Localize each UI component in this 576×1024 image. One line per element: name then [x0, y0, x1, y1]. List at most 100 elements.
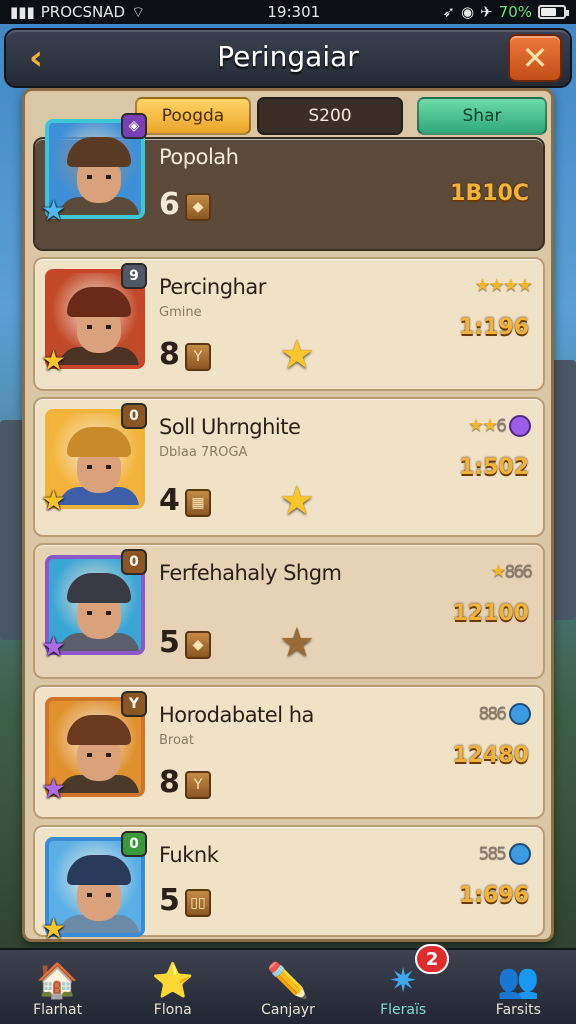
- upgrade-star-icon[interactable]: ★: [279, 335, 315, 375]
- equipment-slot-icon[interactable]: ◆: [185, 631, 211, 659]
- nav-item-star[interactable]: ⭐ Flona: [119, 954, 227, 1024]
- hero-level: 4: [159, 483, 180, 518]
- status-bar: ▮▮▮ PROCSNAD ⌔ 19:301 ➶ ◉ ✈ 70%: [0, 0, 576, 24]
- tab-poogda[interactable]: Poogda: [135, 97, 251, 135]
- rarity-star-icon: ★: [41, 484, 67, 517]
- hero-name: Fuknk: [159, 843, 219, 867]
- group-icon: 👥: [497, 961, 540, 1001]
- tab-s200[interactable]: S200: [257, 97, 403, 135]
- hero-level: 6: [159, 187, 180, 222]
- rank-badge-icon: 0: [121, 549, 147, 575]
- hero-level: 5: [159, 625, 180, 660]
- rank-badge-icon: Y: [121, 691, 147, 717]
- hero-eyes: [87, 465, 111, 469]
- hero-row[interactable]: ★ 0 Fuknk 5 ▯▯ 585 1:696: [33, 825, 545, 943]
- hero-name: Soll Uhrnghite: [159, 415, 301, 439]
- sync-icon: ✈: [480, 3, 493, 21]
- battery-percent: 70%: [498, 3, 532, 21]
- nav-item-badge-star[interactable]: ✷ Fleraïs 2: [349, 944, 457, 1024]
- page-title: Peringaiar: [217, 40, 359, 73]
- hero-hat: [67, 287, 131, 317]
- alarm-icon: ◉: [460, 3, 475, 21]
- hero-level: 5: [159, 883, 180, 918]
- hero-power: 1:196: [458, 315, 529, 340]
- rarity-star-icon: ★: [41, 912, 67, 945]
- equipment-slot-icon[interactable]: ▦: [185, 489, 211, 517]
- nav-label: Canjayr: [261, 1002, 315, 1018]
- hero-eyes: [87, 325, 111, 329]
- wifi-icon: ⌔: [131, 2, 146, 21]
- purple-gem-icon: [509, 415, 531, 437]
- hero-row[interactable]: ★ ◈ Popolah 6 ◆ 1B10C: [33, 113, 545, 251]
- equipment-slot-icon[interactable]: ▯▯: [185, 889, 211, 917]
- signal-icon: ▮▮▮: [10, 3, 35, 21]
- hero-star-rating: ★★6: [468, 415, 531, 437]
- rarity-star-icon: ★: [41, 194, 67, 227]
- close-button[interactable]: ✕: [508, 34, 562, 82]
- hero-name: Ferfehahaly Shgm: [159, 561, 342, 585]
- bottom-navigation: 🏠 Flarhat ⭐ Flona ✏️ Canjayr ✷ Fleraïs 2 👥 Farsits: [0, 944, 576, 1024]
- hero-hat: [67, 137, 131, 167]
- equipment-slot-icon[interactable]: ◆: [185, 193, 211, 221]
- hero-eyes: [87, 175, 111, 179]
- hero-row[interactable]: ★ 0 Ferfehahaly Shgm 5 ◆ ★ ★866 12100: [33, 543, 545, 679]
- hero-eyes: [87, 893, 111, 897]
- rarity-star-icon: ★: [41, 772, 67, 805]
- rarity-star-icon: ★: [41, 344, 67, 377]
- rank-badge-icon: 0: [121, 403, 147, 429]
- hero-eyes: [87, 753, 111, 757]
- hero-level: 8: [159, 337, 180, 372]
- title-bar: ‹ Peringaiar ✕: [4, 28, 572, 88]
- clock: 19:301: [267, 3, 321, 21]
- equipment-slot-icon[interactable]: Y: [185, 771, 211, 799]
- nav-item-pencil-card[interactable]: ✏️ Canjayr: [234, 954, 342, 1024]
- upgrade-star-icon[interactable]: ★: [279, 623, 315, 663]
- nav-label: Fleraïs: [380, 1002, 427, 1018]
- hero-hat: [67, 427, 131, 457]
- tab-shar[interactable]: Shar: [417, 97, 547, 135]
- pencil-card-icon: ✏️: [266, 961, 310, 1001]
- hero-star-rating: ★866: [490, 561, 533, 582]
- hero-power: 1:696: [458, 883, 529, 908]
- upgrade-star-icon[interactable]: ★: [279, 481, 315, 521]
- nav-item-house[interactable]: 🏠 Flarhat: [4, 954, 112, 1024]
- hero-list-panel: Poogda S200 Shar ★ ◈ Popolah 6 ◆ 1B10C ★ 9 Perci…: [22, 88, 554, 943]
- nav-label: Farsits: [495, 1002, 541, 1018]
- blue-gem-icon: [509, 703, 531, 725]
- hero-hat: [67, 855, 131, 885]
- house-icon: 🏠: [36, 961, 79, 1001]
- hero-row[interactable]: ★ Y Horodabatel ha Broat 8 Y 886 12480: [33, 685, 545, 819]
- hero-row[interactable]: ★ 0 Soll Uhrnghite Dblaa 7ROGA 4 ▦ ★ ★★6 1:502: [33, 397, 545, 537]
- rank-badge-icon: ◈: [121, 113, 147, 139]
- hero-rating-number: 585: [478, 844, 507, 864]
- hero-power: 1:502: [458, 455, 529, 480]
- hero-subtitle: Dblaa 7ROGA: [159, 445, 248, 460]
- hero-hat: [67, 573, 131, 603]
- battery-icon: [538, 5, 569, 19]
- star-rating-icon: ★★: [467, 415, 498, 436]
- rarity-star-icon: ★: [41, 630, 67, 663]
- hero-level: 8: [159, 765, 180, 800]
- close-icon: ✕: [521, 39, 549, 77]
- hero-eyes: [87, 611, 111, 615]
- hero-star-rating: 585: [479, 843, 531, 865]
- star-rating-icon: ★★★★: [474, 275, 533, 296]
- rank-badge-icon: 9: [121, 263, 147, 289]
- nav-item-group[interactable]: 👥 Farsits: [464, 954, 572, 1024]
- notification-badge: 2: [415, 944, 450, 974]
- equipment-slot-icon[interactable]: Y: [185, 343, 211, 371]
- hero-rating-number: 886: [478, 704, 507, 724]
- hero-power: 1B10C: [450, 181, 529, 206]
- hero-name: Percinghar: [159, 275, 266, 299]
- hero-subtitle: Broat: [159, 733, 194, 748]
- nav-label: Flarhat: [33, 1002, 83, 1018]
- carrier-name: PROCSNAD: [40, 3, 126, 21]
- star-icon: ⭐: [151, 961, 194, 1001]
- hero-subtitle: Gmine: [159, 305, 202, 320]
- location-icon: ➶: [442, 3, 455, 21]
- hero-rating-number: 866: [504, 562, 533, 582]
- hero-name: Horodabatel ha: [159, 703, 314, 727]
- hero-row[interactable]: ★ 9 Percinghar Gmine 8 Y ★ ★★★★ 1:196: [33, 257, 545, 391]
- blue-gem-icon: [509, 843, 531, 865]
- rank-badge-icon: 0: [121, 831, 147, 857]
